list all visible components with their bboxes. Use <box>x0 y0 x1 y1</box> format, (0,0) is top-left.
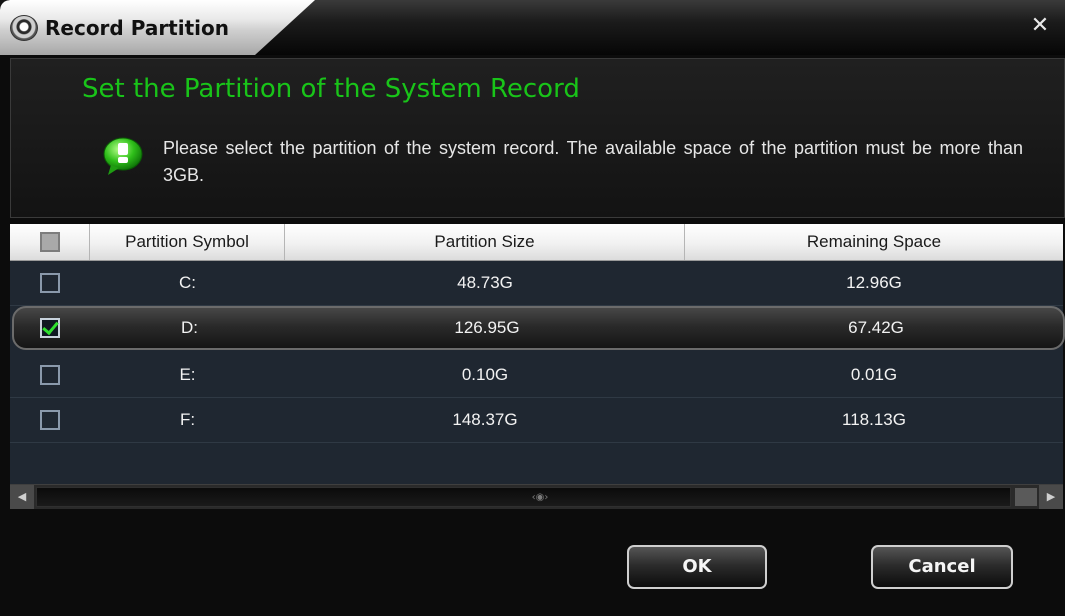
cell-symbol: E: <box>179 365 196 384</box>
cell-remaining: 12.96G <box>846 273 902 292</box>
select-all-checkbox[interactable] <box>40 232 60 252</box>
scroll-grip-icon: ‹◉› <box>531 492 549 503</box>
title-bar: Record Partition ✕ <box>0 0 1065 55</box>
cell-symbol: F: <box>179 410 196 429</box>
scroll-track-end <box>1015 488 1037 506</box>
ok-button[interactable]: OK <box>627 545 767 589</box>
page-title: Set the Partition of the System Record <box>82 74 580 104</box>
cell-remaining: 118.13G <box>842 410 906 429</box>
column-header-remaining[interactable]: Remaining Space <box>685 224 1063 260</box>
record-partition-dialog: Record Partition ✕ Set the Partition of … <box>0 0 1065 616</box>
camera-icon <box>10 15 38 41</box>
select-all-header <box>10 224 90 260</box>
instruction-message: Please select the partition of the syste… <box>163 138 1023 185</box>
partition-table: Partition Symbol Partition Size Remainin… <box>10 224 1065 484</box>
cell-symbol: D: <box>181 318 198 337</box>
column-header-symbol[interactable]: Partition Symbol <box>90 224 285 260</box>
window-title: Record Partition <box>45 16 229 40</box>
row-checkbox[interactable] <box>40 365 60 385</box>
scroll-thumb[interactable]: ‹◉› <box>36 487 1011 507</box>
table-row[interactable]: F: 148.37G 118.13G <box>10 398 1063 443</box>
table-row[interactable]: E: 0.10G 0.01G <box>10 353 1063 398</box>
scroll-left-arrow-icon[interactable]: ◀ <box>10 485 34 509</box>
cell-remaining: 0.01G <box>850 365 898 384</box>
close-icon[interactable]: ✕ <box>1027 12 1053 40</box>
cell-remaining: 67.42G <box>848 318 904 337</box>
row-checkbox-checked[interactable] <box>40 318 60 338</box>
scroll-right-arrow-icon[interactable]: ▶ <box>1039 485 1063 509</box>
cell-size: 0.10G <box>461 365 509 384</box>
row-checkbox[interactable] <box>40 273 60 293</box>
cell-size: 48.73G <box>457 273 513 292</box>
table-row-selected[interactable]: D: 126.95G 67.42G <box>12 306 1065 350</box>
cell-size: 126.95G <box>454 318 520 337</box>
table-row[interactable]: C: 48.73G 12.96G <box>10 261 1063 306</box>
table-header: Partition Symbol Partition Size Remainin… <box>10 224 1063 261</box>
horizontal-scrollbar[interactable]: ◀ ‹◉› ▶ <box>10 484 1063 509</box>
cancel-button[interactable]: Cancel <box>871 545 1013 589</box>
info-bubble-icon <box>103 137 143 175</box>
cell-symbol: C: <box>179 273 196 292</box>
row-checkbox[interactable] <box>40 410 60 430</box>
cell-size: 148.37G <box>452 410 518 429</box>
column-header-size[interactable]: Partition Size <box>285 224 685 260</box>
